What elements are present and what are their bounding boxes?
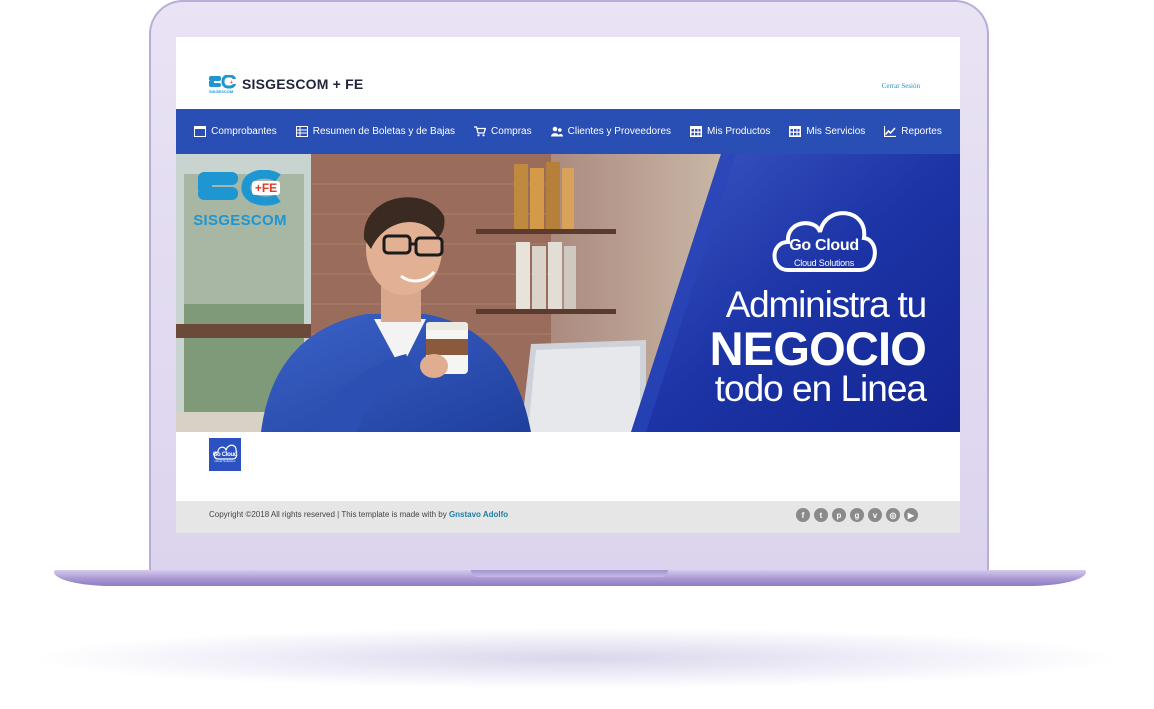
headline-line1: Administra tu bbox=[725, 284, 928, 325]
laptop-shadow bbox=[40, 628, 1114, 688]
top-bar: + SISGESCOM SISGESCOM + FE Cerrar Sesión bbox=[176, 37, 960, 109]
nav-item-label: Compras bbox=[491, 126, 532, 137]
nav-item-label: Resumen de Boletas y de Bajas bbox=[312, 126, 456, 137]
nav-item-clientes[interactable]: Clientes y Proveedores bbox=[550, 126, 672, 137]
brand-logo-icon: + SISGESCOM bbox=[209, 75, 236, 94]
copyright-label: Copyright ©2018 All rights reserved | Th… bbox=[209, 510, 449, 519]
nav-item-label: Mis Servicios bbox=[806, 126, 866, 137]
youtube-icon[interactable]: ▶ bbox=[904, 508, 918, 522]
instagram-icon[interactable]: ◎ bbox=[886, 508, 900, 522]
nav-item-resumen[interactable]: Resumen de Boletas y de Bajas bbox=[295, 126, 456, 137]
grid-icon bbox=[789, 126, 802, 137]
social-links: f t p g v ◎ ▶ bbox=[796, 508, 918, 522]
svg-text:+: + bbox=[230, 80, 233, 86]
nav-item-servicios[interactable]: Mis Servicios bbox=[789, 126, 865, 137]
sisgescom-logo-text: SISGESCOM bbox=[193, 212, 287, 229]
cloud-tagline: Cloud Solutions bbox=[793, 258, 855, 268]
cart-icon bbox=[474, 126, 487, 137]
nav-item-compras[interactable]: Compras bbox=[474, 126, 532, 137]
copyright-text: Copyright ©2018 All rights reserved | Th… bbox=[209, 510, 508, 519]
nav-item-label: Mis Productos bbox=[707, 126, 771, 137]
twitter-icon[interactable]: t bbox=[814, 508, 828, 522]
nav-item-label: Comprobantes bbox=[211, 126, 277, 137]
window-icon bbox=[194, 126, 207, 137]
nav-item-label: Clientes y Proveedores bbox=[567, 126, 672, 137]
app-title: SISGESCOM + FE bbox=[242, 76, 364, 92]
chart-icon bbox=[884, 126, 897, 137]
nav-item-reportes[interactable]: Reportes bbox=[884, 126, 942, 137]
laptop-screen: + SISGESCOM SISGESCOM + FE Cerrar Sesión… bbox=[176, 37, 960, 533]
hero-banner: +FE SISGESCOM Go Cloud Cloud Solutions A… bbox=[176, 154, 960, 432]
vimeo-icon[interactable]: v bbox=[868, 508, 882, 522]
pinterest-icon[interactable]: p bbox=[832, 508, 846, 522]
fe-badge: +FE bbox=[254, 181, 278, 195]
main-nav: Comprobantes Resumen de Boletas y de Baj… bbox=[176, 109, 960, 154]
small-cloud-logo[interactable]: Go Cloud Cloud Solutions bbox=[209, 438, 241, 471]
footer: Copyright ©2018 All rights reserved | Th… bbox=[176, 501, 960, 533]
cloud-brand: Go Cloud bbox=[789, 237, 859, 254]
logout-link[interactable]: Cerrar Sesión bbox=[882, 82, 920, 90]
nav-item-comprobantes[interactable]: Comprobantes bbox=[194, 126, 277, 137]
nav-item-productos[interactable]: Mis Productos bbox=[690, 126, 770, 137]
google-plus-icon[interactable]: g bbox=[850, 508, 864, 522]
author-link[interactable]: Gnstavo Adolfo bbox=[449, 510, 508, 519]
small-logo-tagline: Cloud Solutions bbox=[214, 459, 236, 463]
facebook-icon[interactable]: f bbox=[796, 508, 810, 522]
users-icon bbox=[550, 126, 563, 137]
nav-item-label: Reportes bbox=[901, 126, 942, 137]
laptop-notch bbox=[471, 570, 668, 577]
small-logo-brand: Go Cloud bbox=[212, 452, 238, 458]
svg-text:SISGESCOM: SISGESCOM bbox=[209, 89, 234, 94]
grid-icon bbox=[690, 126, 703, 137]
headline-line3: todo en Linea bbox=[714, 368, 927, 409]
list-icon bbox=[295, 126, 308, 137]
